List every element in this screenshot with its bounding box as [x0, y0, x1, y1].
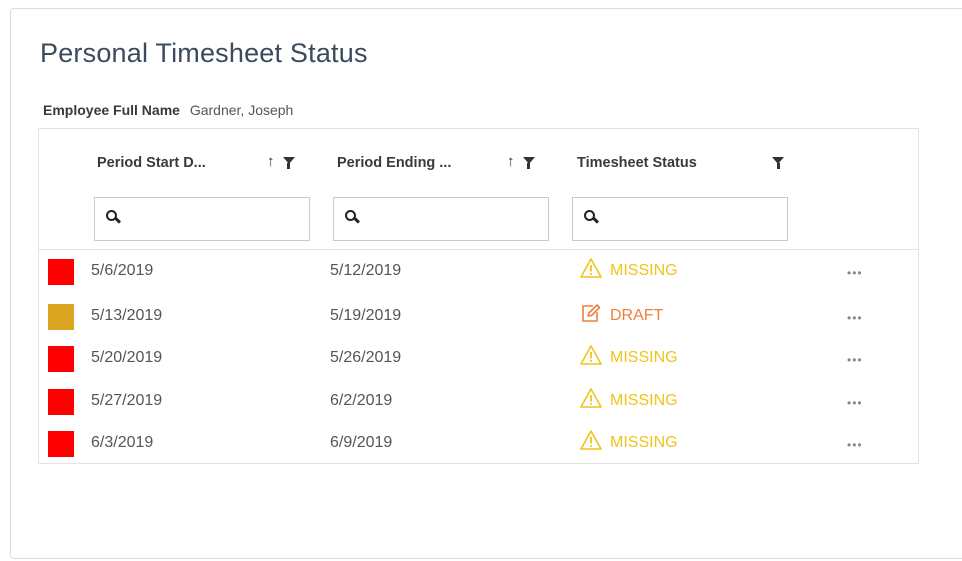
row-actions-button[interactable]: ••• [847, 311, 863, 325]
search-icon [105, 209, 120, 229]
cell-period-start: 6/3/2019 [91, 434, 154, 451]
cell-timesheet-status: MISSING [580, 430, 678, 455]
edit-icon [580, 303, 610, 328]
status-text: MISSING [610, 261, 678, 279]
filter-timesheet-status [572, 197, 788, 241]
cell-period-start: 5/27/2019 [91, 392, 163, 409]
filter-period-start-input[interactable] [120, 197, 309, 241]
table-row[interactable]: 5/6/2019 5/12/2019 MISSING ••• [39, 249, 918, 292]
status-text: MISSING [610, 433, 678, 451]
warning-icon [580, 345, 610, 370]
cell-period-ending: 6/9/2019 [330, 434, 393, 451]
filter-period-ending-input[interactable] [359, 197, 548, 241]
table-row[interactable]: 5/27/2019 6/2/2019 MISSING ••• [39, 379, 918, 422]
status-indicator [48, 346, 74, 372]
employee-label: Employee Full Name [43, 102, 180, 118]
table-row[interactable]: 6/3/2019 6/9/2019 MISSING ••• [39, 421, 918, 464]
status-indicator [48, 259, 74, 285]
status-text: DRAFT [610, 306, 664, 324]
column-header-period-ending[interactable]: Period Ending ... [337, 155, 451, 171]
column-header-period-start-controls: ↑ [267, 153, 295, 170]
filter-period-start [94, 197, 310, 241]
sort-arrow-icon[interactable]: ↑ [507, 153, 515, 170]
cell-period-ending: 5/19/2019 [330, 307, 402, 324]
row-actions-button[interactable]: ••• [847, 438, 863, 452]
column-header-timesheet-status-controls [764, 153, 784, 169]
page-title: Personal Timesheet Status [40, 38, 368, 68]
row-actions-button[interactable]: ••• [847, 396, 863, 410]
table-row[interactable]: 5/20/2019 5/26/2019 MISSING ••• [39, 336, 918, 379]
cell-period-start: 5/13/2019 [91, 307, 163, 324]
cell-period-start: 5/6/2019 [91, 262, 154, 279]
warning-icon [580, 258, 610, 283]
cell-period-ending: 6/2/2019 [330, 392, 393, 409]
cell-timesheet-status: DRAFT [580, 303, 663, 328]
filter-icon[interactable] [522, 157, 535, 169]
search-icon [344, 209, 359, 229]
search-icon [583, 209, 598, 229]
cell-period-start: 5/20/2019 [91, 349, 163, 366]
status-indicator [48, 431, 74, 457]
warning-icon [580, 430, 610, 455]
cell-timesheet-status: MISSING [580, 258, 678, 283]
filter-icon[interactable] [772, 157, 784, 169]
row-actions-button[interactable]: ••• [847, 266, 863, 280]
filter-icon[interactable] [282, 157, 295, 169]
cell-period-ending: 5/12/2019 [330, 262, 402, 279]
employee-value: Gardner, Joseph [189, 102, 294, 118]
filter-period-ending [333, 197, 549, 241]
employee-info: Employee Full Name Gardner, Joseph [43, 102, 293, 118]
sort-arrow-icon[interactable]: ↑ [267, 153, 275, 170]
row-actions-button[interactable]: ••• [847, 353, 863, 367]
status-text: MISSING [610, 348, 678, 366]
status-text: MISSING [610, 391, 678, 409]
cell-timesheet-status: MISSING [580, 388, 678, 413]
cell-timesheet-status: MISSING [580, 345, 678, 370]
timesheet-grid: Period Start D... ↑ Period Ending ... ↑ … [38, 128, 919, 464]
column-header-period-start[interactable]: Period Start D... [97, 155, 206, 171]
table-row[interactable]: 5/13/2019 5/19/2019 DRAFT ••• [39, 294, 918, 337]
cell-period-ending: 5/26/2019 [330, 349, 402, 366]
column-header-timesheet-status[interactable]: Timesheet Status [577, 155, 697, 171]
column-header-period-ending-controls: ↑ [507, 153, 535, 170]
filter-timesheet-status-input[interactable] [598, 197, 787, 241]
status-indicator [48, 304, 74, 330]
warning-icon [580, 388, 610, 413]
status-indicator [48, 389, 74, 415]
